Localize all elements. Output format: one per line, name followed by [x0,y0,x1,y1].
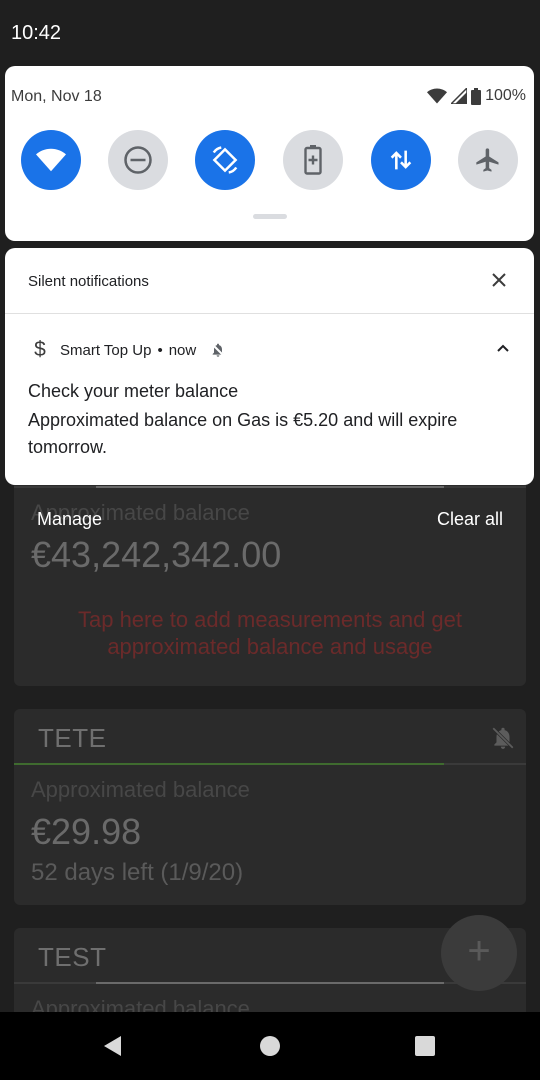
notification-header: $ Smart Top Up • now [28,338,226,362]
battery-percent: 100% [485,87,526,104]
balance-amount: €43,242,342.00 [31,534,282,575]
home-icon[interactable] [258,1034,282,1058]
chevron-up-icon[interactable] [496,342,510,356]
recents-icon[interactable] [413,1034,437,1058]
balance-amount: €29.98 [31,811,142,852]
do-not-disturb-tile[interactable] [108,130,168,190]
status-bar-time: 10:42 [11,22,62,44]
plus-icon: + [467,929,491,973]
card-progress [14,486,526,488]
wifi-icon [427,88,448,104]
airplane-icon [476,148,499,172]
alert-off-icon [211,343,225,357]
back-icon[interactable] [101,1034,125,1058]
notification-title: Check your meter balance [28,381,239,401]
silent-notifications-header: Silent notifications [28,273,149,290]
days-left: 52 days left (1/9/20) [31,859,244,886]
wifi-tile[interactable] [21,130,81,190]
airplane-mode-tile[interactable] [458,130,518,190]
clear-all-button[interactable]: Clear all [437,509,503,530]
close-icon[interactable] [490,271,508,289]
expand-handle[interactable] [253,214,287,219]
mobile-data-icon [390,150,412,170]
qs-status-icons: 100% [427,87,526,105]
battery-saver-icon [304,145,322,175]
bell-off-icon[interactable] [490,725,516,751]
do-not-disturb-icon [124,146,152,174]
auto-rotate-icon [212,146,238,174]
balance-label: Approximated balance [31,777,250,802]
separator: • [157,341,163,359]
navigation-bar [0,1012,540,1080]
meter-card-tete[interactable]: TETE Approximated balance €29.98 52 days… [14,709,526,905]
battery-icon [471,87,482,105]
add-meter-button[interactable]: + [441,915,517,991]
mobile-data-tile[interactable] [371,130,431,190]
cell-signal-icon [451,88,468,104]
notification-time: now [168,341,197,359]
add-measurements-message[interactable]: Tap here to add measurements and get app… [14,606,526,660]
quick-settings-panel: Mon, Nov 18 100% [5,66,534,241]
notification-card[interactable]: Silent notifications $ Smart Top Up • no… [5,248,534,485]
divider [5,313,534,314]
manage-button[interactable]: Manage [37,509,102,530]
dollar-icon: $ [34,338,46,361]
app-name: Smart Top Up [60,341,152,359]
battery-saver-tile[interactable] [283,130,343,190]
notification-body: Approximated balance on Gas is €5.20 and… [28,410,458,457]
card-title: TETE [38,723,107,753]
qs-date: Mon, Nov 18 [11,88,102,105]
auto-rotate-tile[interactable] [195,130,255,190]
card-title: TEST [38,942,107,972]
wifi-icon [36,148,66,172]
card-progress [14,763,526,765]
card-progress [14,982,526,984]
